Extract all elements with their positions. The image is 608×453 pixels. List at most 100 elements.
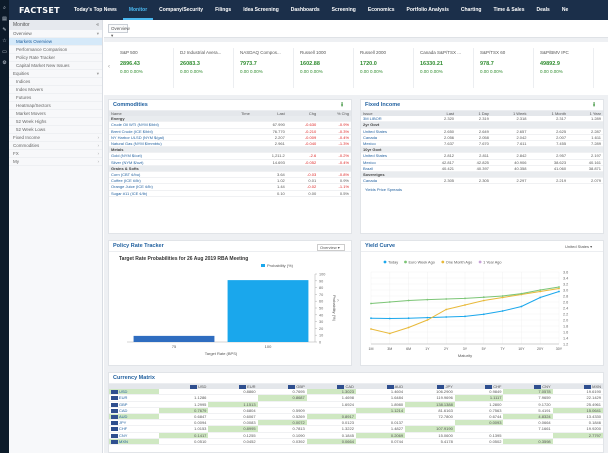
sidebar-item[interactable]: 52 Week Highs xyxy=(9,118,102,126)
sidebar-item-label: FX xyxy=(13,151,19,156)
nav-item[interactable]: Company/Security xyxy=(153,0,209,20)
cell-text: 0.7679 xyxy=(194,407,207,413)
row-label[interactable]: Canada xyxy=(361,177,422,185)
folder-icon[interactable]: ▭ xyxy=(2,50,7,55)
y-tick-label: 20 xyxy=(319,327,323,331)
sidebar-item[interactable]: Performance Comparison xyxy=(9,46,102,54)
bar xyxy=(133,335,215,342)
quote-card[interactable]: Russell 2000 1720.0 0.00 0.00% xyxy=(356,48,414,88)
table-body: 3M LIBOR 2.320 2.319 2.318 2.317 1.289 2yr Gov… xyxy=(361,116,603,185)
sidebar-item[interactable]: Equities ▾ xyxy=(9,70,102,78)
nav-item[interactable]: Economics xyxy=(362,0,401,20)
flag-icon xyxy=(111,439,118,444)
data-point xyxy=(426,319,429,321)
country-select[interactable]: United States ▾ xyxy=(565,244,597,250)
nav-item[interactable]: Filings xyxy=(209,0,237,20)
nav-item[interactable]: Charting xyxy=(455,0,488,20)
cell-value xyxy=(552,438,603,446)
sidebar-item[interactable]: FX › xyxy=(9,150,102,158)
nav-item[interactable]: Monitor xyxy=(122,0,154,20)
quote-price: 1602.88 xyxy=(300,61,320,67)
cell-text: 119.9696 xyxy=(436,395,453,401)
policy-rate-tracker-title: Policy Rate Tracker xyxy=(109,241,351,252)
x-axis-label: Target Rate (BPS) xyxy=(205,351,238,356)
sidebar-item-label: Capital Market New Issues xyxy=(16,63,70,68)
cell-value: 0.0664 xyxy=(306,438,356,446)
nav-item[interactable]: Portfolio Analysis xyxy=(401,0,455,20)
sidebar-item[interactable]: Overview ▾ xyxy=(9,30,102,38)
quote-card[interactable]: S&P/TSX 60 978.7 0.00 0.00% xyxy=(476,48,534,88)
cell-text: 7.1661 xyxy=(538,426,551,432)
edit-icon[interactable]: ✎ xyxy=(2,28,7,33)
sidebar-item[interactable]: Policy Rate Tracker xyxy=(9,54,102,62)
sidebar-item[interactable]: Heatmap/Sectors xyxy=(9,102,102,110)
cell-text: 0.0123 xyxy=(341,420,354,426)
quote-card[interactable]: Russell 1000 1602.88 0.00 0.00% xyxy=(296,48,354,88)
nav-item[interactable]: Dashboards xyxy=(285,0,326,20)
nav-item[interactable]: Deals xyxy=(530,0,555,20)
currency-matrix-table: USD EUR GBP CAD AUD JPY CHF CNY MXN USD 0.8860 0.7… xyxy=(109,384,603,446)
x-tick-label: 7Y xyxy=(500,347,505,351)
cell-value: 0.0502 xyxy=(454,438,504,446)
sidebar-item[interactable]: Market Movers xyxy=(9,110,102,118)
data-point xyxy=(407,326,410,329)
data-point xyxy=(426,316,429,319)
cell-text: 81.6163 xyxy=(438,407,453,413)
legend-dot xyxy=(441,260,445,264)
quote-price: 978.7 xyxy=(480,61,494,67)
nav-item[interactable]: Time & Sales xyxy=(487,0,530,20)
sidebar-header[interactable]: Monitor « xyxy=(9,20,102,30)
cell-text: 0.7563 xyxy=(489,407,502,413)
view-select[interactable]: Overview ▾ xyxy=(108,24,130,38)
download-icon[interactable]: ⭳ xyxy=(593,102,598,108)
x-tick-label: 20Y xyxy=(537,347,544,351)
cell-text: 0.7695 xyxy=(292,389,305,395)
nav-item[interactable]: Screening xyxy=(326,0,362,20)
x-tick-label: 2Y xyxy=(444,347,449,351)
nav-item[interactable]: Idea Screening xyxy=(237,0,285,20)
sidebar-item[interactable]: Markets Overview xyxy=(9,38,102,46)
sidebar-item[interactable]: Fixed Income › xyxy=(9,134,102,142)
fixed-income-footer-links[interactable]: Yields Price Spreads xyxy=(361,184,603,195)
y-tick-label: 70 xyxy=(319,293,323,297)
cell-text: 1.6924 xyxy=(341,401,354,407)
quote-card[interactable]: S&P 500 2896.43 0.00 0.00% xyxy=(116,48,174,88)
settings-icon[interactable]: ⚙ xyxy=(2,61,7,66)
cell-text: 1.8980 xyxy=(390,401,404,407)
quote-prev-icon[interactable]: ‹ xyxy=(108,64,110,70)
sidebar-item[interactable]: Index Movers xyxy=(9,86,102,94)
chevron-icon: ▾ xyxy=(96,31,99,36)
row-label[interactable]: MXN xyxy=(109,438,160,446)
cell-value: 2.079 xyxy=(568,177,603,185)
search-icon[interactable]: ⌕ xyxy=(2,6,7,11)
policy-rate-tracker-title-text: Policy Rate Tracker xyxy=(113,243,164,249)
quote-card[interactable]: S&P/BMV IPC 49892.9 0.00 0.00% xyxy=(536,48,594,88)
cell-text: 1.1286 xyxy=(194,395,207,401)
cell-text: 1.0153 xyxy=(194,426,207,432)
table-row[interactable]: Sugar #11 (ICE ¢/lb) 0.10 0.00 0.5% xyxy=(109,190,351,197)
cell-text: 1.1513 xyxy=(243,401,256,407)
layers-icon[interactable]: ▤ xyxy=(2,17,7,22)
cell-text: 72.7800 xyxy=(438,414,453,420)
nav-item[interactable]: Ne xyxy=(556,0,574,20)
sidebar-item-label: Policy Rate Tracker xyxy=(16,55,56,60)
quote-card[interactable]: Canada S&P/TSX ... 16330.21 0.00 0.00% xyxy=(416,48,474,88)
table-row[interactable]: Canada 2.305 2.305 2.297 2.219 2.079 xyxy=(361,177,603,185)
sidebar-item[interactable]: Futures xyxy=(9,94,102,102)
sidebar-item[interactable]: 52 Week Lows xyxy=(9,126,102,134)
download-icon[interactable]: ⭳ xyxy=(341,102,346,108)
rate-tracker-select[interactable]: Overview ▾ xyxy=(317,244,345,251)
quote-card[interactable]: NASDAQ Compos... 7973.7 0.00 0.00% xyxy=(236,48,294,88)
quote-card[interactable]: DJ Industrial Avera... 26083.3 0.00 0.00% xyxy=(176,48,234,88)
sidebar-item[interactable]: Indices xyxy=(9,78,102,86)
sidebar-item[interactable]: My › xyxy=(9,158,102,166)
cell-text: AUD xyxy=(119,414,128,420)
row-label[interactable]: Sugar #11 (ICE ¢/lb) xyxy=(109,190,226,197)
star-icon[interactable]: ☆ xyxy=(2,39,7,44)
nav-item[interactable]: Today's Top News xyxy=(68,0,123,20)
collapse-icon[interactable]: « xyxy=(96,20,99,30)
table-row[interactable]: MXN 0.0510 0.0452 0.0392 0.0664 0.0744 5.4178 0… xyxy=(109,438,603,446)
scroll-arrow-icon: › xyxy=(337,298,339,304)
sidebar-item[interactable]: Capital Market New Issues xyxy=(9,62,102,70)
sidebar-item[interactable]: Commodities › xyxy=(9,142,102,150)
